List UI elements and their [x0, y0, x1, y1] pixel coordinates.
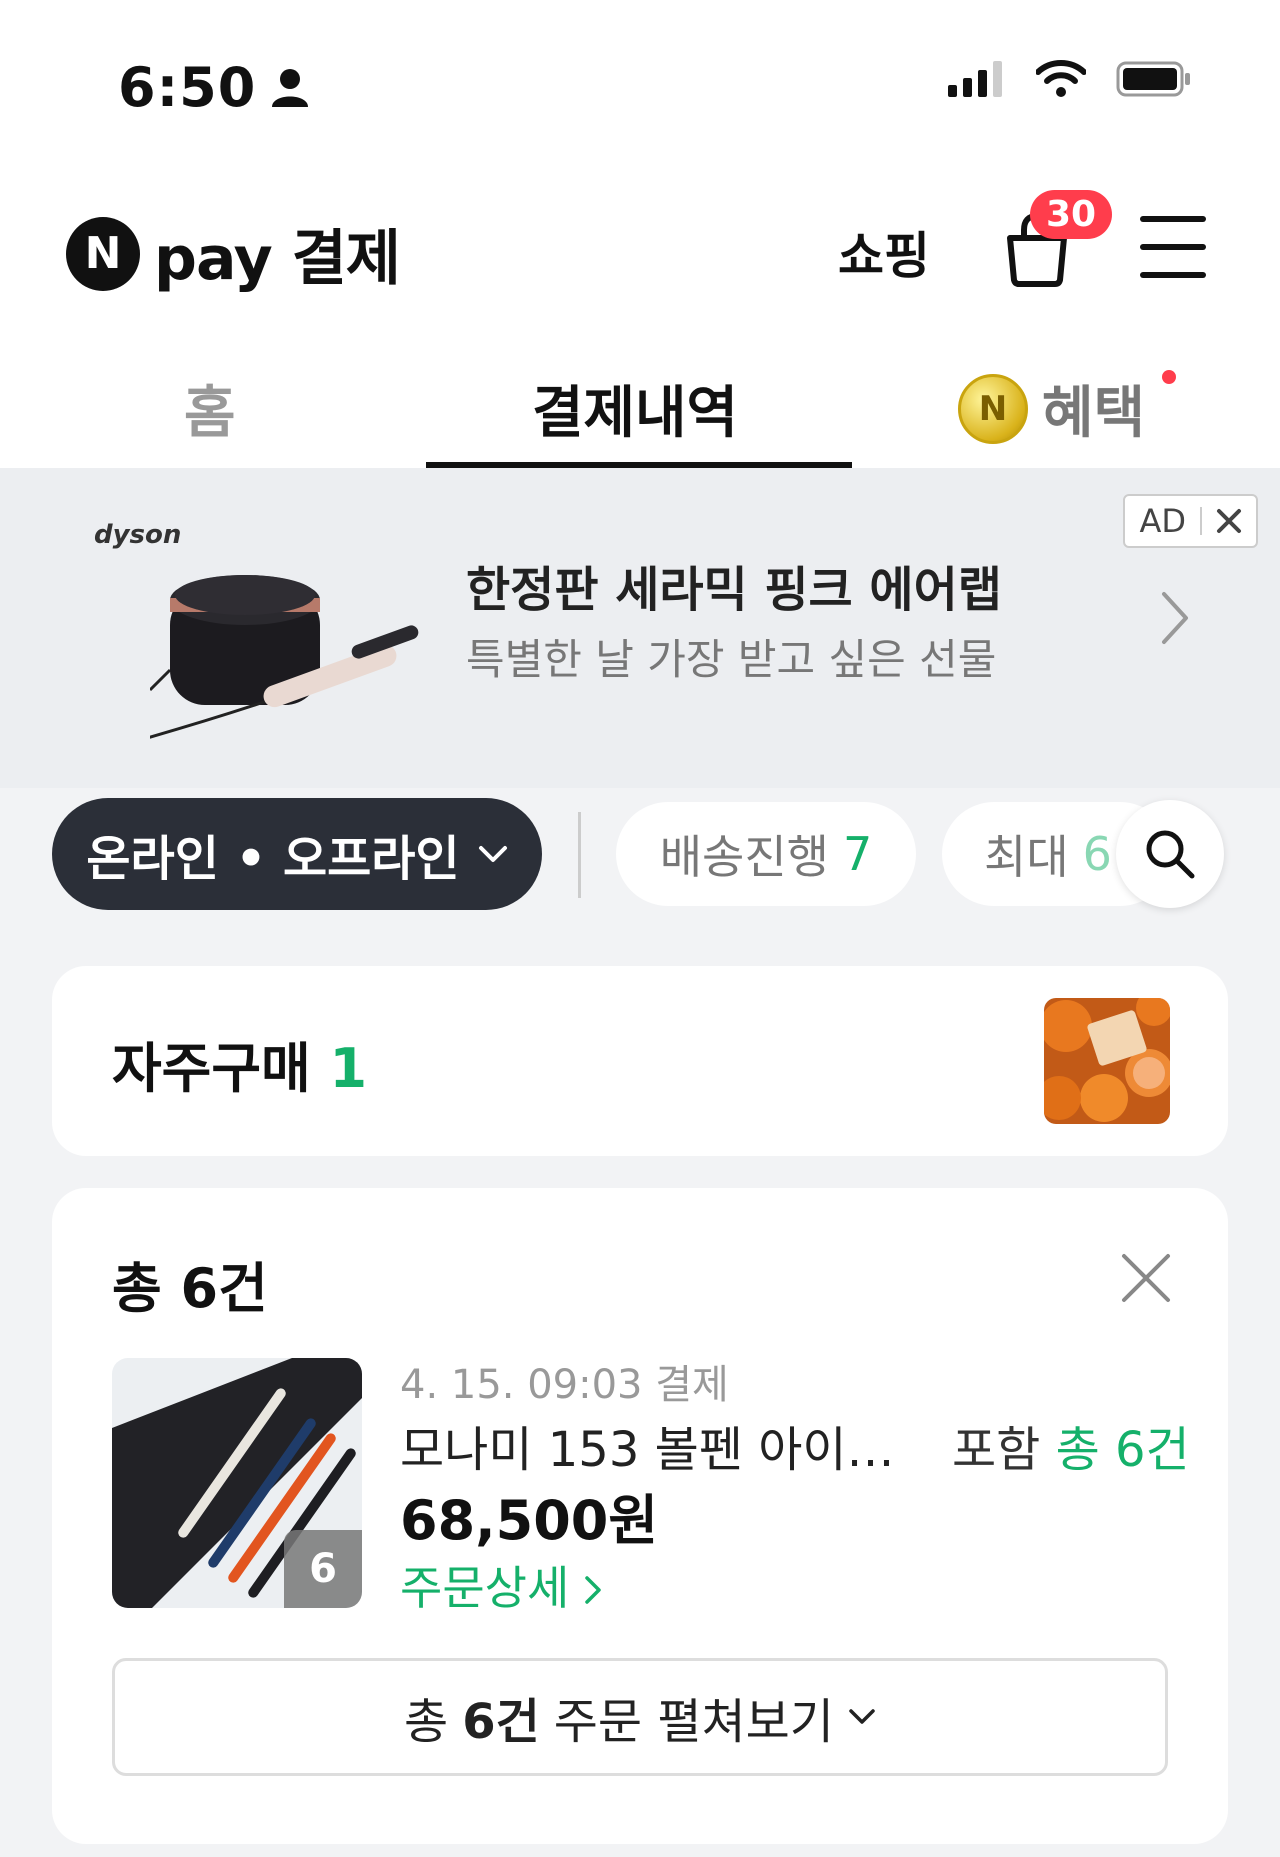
chevron-down-icon	[478, 846, 507, 862]
frequent-purchase-label: 자주구매 1	[112, 1037, 368, 1100]
ad-close-icon[interactable]	[1216, 508, 1242, 534]
status-bar: 6:50	[0, 0, 1280, 170]
npay-coin-icon: N	[958, 373, 1028, 444]
expand-count: 6건	[462, 1694, 540, 1750]
tab-benefits-label: 혜택	[1042, 381, 1146, 446]
tab-bar: 홈 결제내역 N 혜택	[0, 320, 1280, 468]
orders-card: 총 6건 6 4. 15. 09:03 결제 모나미 153 볼펜 아이디 l……	[52, 1188, 1228, 1844]
chevron-right-icon	[585, 1576, 601, 1604]
status-icons	[948, 60, 1192, 98]
menu-icon[interactable]	[1140, 216, 1206, 278]
ad-banner[interactable]: AD dyson 한정판 세라믹 핑크 에어랩 특별한 날 가장 받고 싶은 선…	[0, 468, 1280, 788]
shipping-count: 7	[843, 827, 873, 881]
shipping-filter-chip[interactable]: 배송진행 7	[616, 802, 916, 906]
signal-icon	[948, 61, 1002, 97]
frequent-purchase-card[interactable]: 자주구매 1	[52, 966, 1228, 1156]
filter-divider	[578, 812, 581, 898]
payment-date: 4. 15. 09:03 결제	[400, 1362, 729, 1408]
logo-n-mark: N	[66, 216, 140, 291]
ad-label: AD	[1139, 502, 1186, 540]
tab-payment-history[interactable]: 결제내역	[532, 368, 738, 449]
expand-label: 주문 펼쳐보기	[553, 1694, 834, 1750]
search-button[interactable]	[1116, 800, 1224, 908]
product-name[interactable]: 모나미 153 볼펜 아이디 l…	[400, 1410, 920, 1480]
cart-count-badge: 30	[1030, 190, 1113, 239]
wifi-icon	[1036, 60, 1086, 97]
product-image[interactable]: 6	[112, 1358, 362, 1608]
person-icon	[272, 68, 309, 107]
total-orders-count: 6건	[180, 1257, 268, 1320]
tab-benefits[interactable]: N 혜택	[958, 368, 1145, 449]
order-detail-link[interactable]: 주문상세	[400, 1552, 602, 1618]
channel-filter-label: 온라인 • 오프라인	[86, 831, 460, 887]
included-count: 총 6건	[1055, 1422, 1190, 1478]
total-orders-heading: 총 6건	[112, 1257, 268, 1320]
channel-filter-dropdown[interactable]: 온라인 • 오프라인	[52, 798, 542, 910]
tab-home[interactable]: 홈	[184, 368, 236, 449]
filter-row: 온라인 • 오프라인 배송진행 7 최대 6	[0, 788, 1280, 938]
npay-logo[interactable]: N pay 결제	[66, 210, 401, 297]
ad-product-image	[150, 575, 419, 739]
max-label: 최대	[984, 830, 1069, 884]
shopping-link[interactable]: 쇼핑	[838, 216, 930, 288]
included-items: 포함 총 6건	[952, 1422, 1190, 1478]
frequent-purchase-count: 1	[329, 1037, 368, 1100]
ad-title: 한정판 세라믹 핑크 에어랩	[466, 562, 1002, 618]
battery-icon	[1116, 61, 1190, 97]
status-time: 6:50	[118, 56, 257, 119]
shipping-label: 배송진행	[659, 830, 829, 884]
product-image-count: 6	[284, 1530, 362, 1608]
ad-subtitle: 특별한 날 가장 받고 싶은 선물	[466, 635, 997, 684]
chevron-down-icon	[849, 1709, 875, 1724]
order-price: 68,500원	[400, 1489, 659, 1552]
app-header: N pay 결제 쇼핑 30	[0, 170, 1280, 320]
new-badge-dot	[1162, 370, 1176, 384]
expand-orders-button[interactable]: 총 6건 주문 펼쳐보기	[112, 1658, 1168, 1776]
search-icon	[1146, 830, 1195, 879]
chevron-right-icon	[1162, 592, 1188, 644]
ad-badge: AD	[1123, 494, 1258, 548]
max-count: 6	[1082, 827, 1112, 881]
close-icon[interactable]	[1120, 1252, 1172, 1304]
logo-text: pay 결제	[154, 224, 401, 294]
status-time-group: 6:50	[118, 56, 310, 119]
frequent-product-thumbnail	[1044, 998, 1170, 1124]
